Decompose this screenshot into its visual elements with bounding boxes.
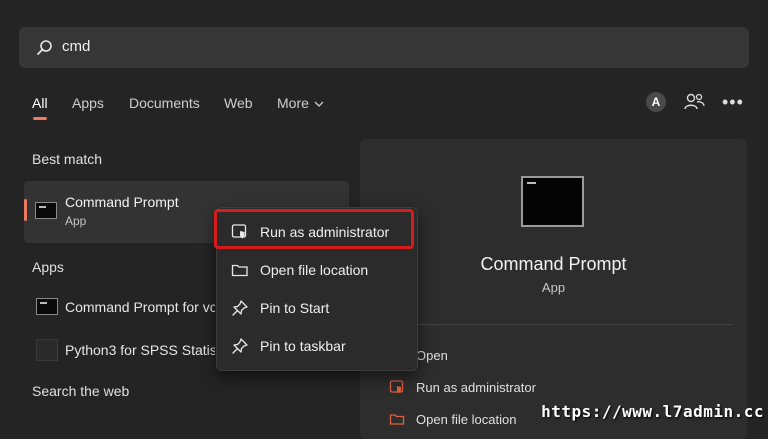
account-avatar[interactable]: A xyxy=(646,92,666,112)
best-match-heading: Best match xyxy=(32,151,103,167)
app-item-command-prompt-vc[interactable]: Command Prompt for vc xyxy=(65,299,215,315)
app-item-python-spss[interactable]: Python3 for SPSS Statistic xyxy=(65,342,215,358)
folder-icon xyxy=(389,414,405,425)
pin-icon xyxy=(232,300,248,316)
command-prompt-icon xyxy=(36,298,58,315)
menu-label-pin-to-start: Pin to Start xyxy=(260,300,330,316)
more-options-icon[interactable]: ••• xyxy=(722,92,744,113)
search-icon xyxy=(37,40,52,55)
run-as-administrator-highlight xyxy=(214,209,414,249)
python-app-icon xyxy=(36,339,58,361)
tab-more[interactable]: More xyxy=(277,95,324,111)
pin-icon xyxy=(232,338,248,354)
people-icon[interactable] xyxy=(683,91,705,113)
chevron-down-icon xyxy=(314,101,324,108)
detail-subtitle: App xyxy=(541,280,566,295)
selection-accent xyxy=(24,199,27,221)
search-box[interactable] xyxy=(19,27,749,68)
detail-action-open-location[interactable]: Open file location xyxy=(416,412,516,427)
watermark-text: https://www.l7admin.cc xyxy=(541,402,764,421)
best-match-title: Command Prompt xyxy=(65,194,179,210)
tab-apps[interactable]: Apps xyxy=(72,95,104,111)
command-prompt-icon xyxy=(35,202,57,219)
shield-window-icon xyxy=(389,380,404,393)
detail-action-open[interactable]: Open xyxy=(416,348,448,363)
tab-documents[interactable]: Documents xyxy=(129,95,200,111)
menu-label-pin-to-taskbar: Pin to taskbar xyxy=(260,338,346,354)
apps-heading: Apps xyxy=(32,259,64,275)
best-match-subtitle: App xyxy=(65,214,87,228)
command-prompt-large-icon xyxy=(521,176,584,227)
menu-label-open-file-location: Open file location xyxy=(260,262,369,278)
detail-title: Command Prompt xyxy=(480,254,627,274)
search-input[interactable]: cmd xyxy=(62,38,90,55)
tab-all[interactable]: All xyxy=(32,95,48,111)
detail-action-run-admin[interactable]: Run as administrator xyxy=(416,380,536,395)
tab-web[interactable]: Web xyxy=(224,95,253,111)
detail-divider xyxy=(380,324,732,325)
tab-more-label: More xyxy=(277,95,309,111)
folder-icon xyxy=(231,264,248,277)
tab-active-indicator xyxy=(33,117,47,120)
search-web-heading: Search the web xyxy=(32,383,130,399)
